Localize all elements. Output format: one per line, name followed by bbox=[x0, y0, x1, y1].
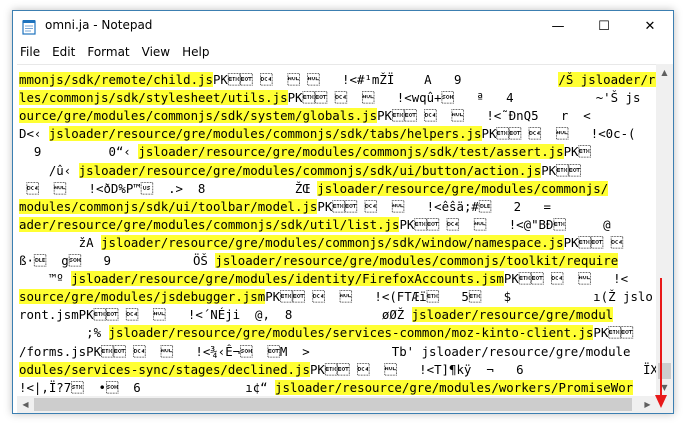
binary-text: ront.jsmPK    !<´NÉji @, 8 øØŽ bbox=[19, 307, 412, 323]
binary-text: PK  bbox=[563, 234, 624, 250]
menu-edit[interactable]: Edit bbox=[46, 42, 81, 62]
minimize-button[interactable]: — bbox=[535, 11, 581, 42]
text-line: les/commonjs/sdk/stylesheet/utils.jsPK… bbox=[19, 89, 640, 107]
binary-text: /forms.jsPK    !<¾‹Ê¬ M > Tb' jsloa… bbox=[19, 343, 631, 359]
text-line: ront.jsmPK    !<´NÉji @, 8 øØŽ jsload… bbox=[19, 306, 614, 324]
highlighted-path: ader/resource/gre/modules/commonjs/sdk/u… bbox=[19, 216, 400, 232]
text-line: D<‹ jsloader/resource/gre/modules/common… bbox=[19, 125, 636, 143]
maximize-icon: ☐ bbox=[598, 19, 610, 34]
binary-text: ™º bbox=[19, 271, 72, 287]
binary-text: PK    !<0c-( bbox=[481, 126, 636, 142]
text-line: odules/services-sync/stages/declined.jsP… bbox=[19, 361, 656, 379]
binary-text: PK bbox=[541, 162, 581, 178]
binary-text: PK    !<(FTÆï 5 $ ı(Ž jslo bbox=[265, 289, 653, 305]
highlighted-path: source/gre/modules/jsdebugger.jsm bbox=[19, 289, 266, 305]
scroll-up-icon[interactable]: ▲ bbox=[656, 64, 673, 81]
binary-text: 9 0“‹ bbox=[19, 144, 139, 160]
binary-text: !<|‚Ï?7 • 6 ı¢“ bbox=[19, 379, 276, 395]
menu-help[interactable]: Help bbox=[176, 42, 215, 62]
highlighted-path: jsloader/resource/gre/modules/workers/Pr… bbox=[275, 379, 634, 395]
binary-text: D<‹ bbox=[19, 126, 49, 142]
binary-text: PK    !< bbox=[503, 271, 629, 287]
text-line: ™º jsloader/resource/gre/modules/identit… bbox=[19, 270, 628, 288]
highlighted-path: jsloader/resource/gre/modules/commonjs/s… bbox=[101, 234, 564, 250]
close-button[interactable]: ✕ bbox=[627, 11, 673, 42]
highlighted-path: jsloader/resource/gre/modules/services-c… bbox=[108, 325, 594, 341]
close-icon: ✕ bbox=[644, 19, 656, 34]
scroll-down-icon[interactable]: ▼ bbox=[656, 379, 673, 396]
highlighted-path: /Š jsloader/re bbox=[558, 72, 656, 87]
horizontal-scroll-thumb[interactable] bbox=[34, 398, 632, 411]
text-line: mmonjs/sdk/remote/child.jsPK      !<#… bbox=[19, 71, 656, 89]
highlighted-path: odules/services-sync/stages/declined.js bbox=[19, 361, 310, 377]
binary-text:    !<ðD%P™ .> 8 ŽŒ bbox=[19, 180, 318, 196]
scroll-right-icon[interactable]: ▶ bbox=[639, 396, 656, 413]
text-line: ß· g 9 ÖŠ jsloader/resource/gre/module… bbox=[19, 252, 619, 270]
highlighted-path: ource/gre/modules/commonjs/sdk/system/gl… bbox=[19, 108, 378, 124]
binary-text: PK    !<êŝä;# 2 = bbox=[317, 198, 626, 214]
title-bar[interactable]: omni.ja - Notepad — ☐ ✕ bbox=[13, 11, 673, 42]
text-line: ource/gre/modules/commonjs/sdk/system/gl… bbox=[19, 107, 591, 125]
menu-format[interactable]: Format bbox=[81, 42, 135, 62]
binary-text: PK bbox=[593, 325, 634, 341]
menu-file[interactable]: File bbox=[13, 42, 46, 62]
binary-text: ;% bbox=[19, 325, 109, 341]
notepad-window: omni.ja - Notepad — ☐ ✕ File Edit Format… bbox=[12, 10, 674, 414]
text-line: ;% jsloader/resource/gre/modules/service… bbox=[19, 324, 633, 342]
notepad-app-icon bbox=[22, 20, 36, 35]
binary-text: PK bbox=[563, 144, 591, 160]
text-line: !<|‚Ï?7 • 6 ı¢“ jsloader/resource/gre/… bbox=[19, 379, 634, 397]
binary-text: ß· g 9 ÖŠ bbox=[19, 253, 216, 268]
binary-text: PK      !<#¹mŽÏ A 9 bbox=[212, 72, 559, 87]
scroll-thumb[interactable] bbox=[658, 363, 671, 379]
text-line: modules/commonjs/sdk/ui/toolbar/model.js… bbox=[19, 198, 626, 216]
binary-text: PK    !<wqû+ ª 4 ~'Š js bbox=[287, 90, 641, 106]
highlighted-path: mmonjs/sdk/remote/child.js bbox=[19, 72, 213, 87]
text-line: /û‹ jsloader/resource/gre/modules/common… bbox=[19, 162, 581, 180]
vertical-scrollbar[interactable]: ▲ ▼ bbox=[656, 64, 673, 396]
highlighted-path: jsloader/resource/gre/modules/commonjs/ bbox=[317, 180, 609, 196]
highlighted-path: jsloader/resource/gre/modules/commonjs/s… bbox=[48, 126, 482, 142]
binary-text: PK    !<@"BÐ @ bbox=[399, 216, 611, 232]
highlighted-path: jsloader/resource/gre/modules/commonjs/s… bbox=[78, 162, 542, 178]
highlighted-path: jsloader/resource/gre/modul bbox=[411, 307, 614, 323]
binary-text: žA bbox=[19, 234, 102, 250]
highlighted-path: jsloader/resource/gre/modules/commonjs/t… bbox=[215, 253, 619, 268]
binary-text: PK    !<T]¶kÿ ¬ 6 ÏX bbox=[309, 361, 656, 377]
text-line: /forms.jsPK    !<¾‹Ê¬ M > Tb' jsloa… bbox=[19, 343, 630, 361]
menu-bar: File Edit Format View Help bbox=[13, 42, 673, 62]
binary-text: PK    !<˜ÐnQ5 r < bbox=[377, 108, 591, 124]
highlighted-path: jsloader/resource/gre/modules/identity/F… bbox=[71, 271, 504, 287]
text-line: 9 0“‹ jsloader/resource/gre/modules/comm… bbox=[19, 143, 591, 161]
menu-view[interactable]: View bbox=[136, 42, 176, 62]
highlighted-path: les/commonjs/sdk/stylesheet/utils.js bbox=[19, 90, 288, 106]
window-title: omni.ja - Notepad bbox=[45, 18, 153, 32]
scrollbar-corner bbox=[656, 396, 673, 413]
text-line: žA jsloader/resource/gre/modules/commonj… bbox=[19, 234, 623, 252]
minimize-icon: — bbox=[551, 19, 565, 34]
highlighted-path: jsloader/resource/gre/modules/commonjs/s… bbox=[138, 144, 564, 160]
text-line: ader/resource/gre/modules/commonjs/sdk/u… bbox=[19, 216, 611, 234]
horizontal-scrollbar[interactable]: ◀ ▶ bbox=[17, 396, 656, 413]
scroll-left-icon[interactable]: ◀ bbox=[17, 396, 34, 413]
highlighted-path: modules/commonjs/sdk/ui/toolbar/model.js bbox=[19, 198, 318, 214]
text-editor[interactable]: mmonjs/sdk/remote/child.jsPK      !<#… bbox=[17, 64, 656, 397]
binary-text: /û‹ bbox=[19, 162, 79, 178]
text-line: source/gre/modules/jsdebugger.jsmPK  … bbox=[19, 288, 653, 306]
text-line:    !<ðD%P™ .> 8 ŽŒ jsloader/resource/gr… bbox=[19, 180, 609, 198]
maximize-button[interactable]: ☐ bbox=[581, 11, 627, 42]
